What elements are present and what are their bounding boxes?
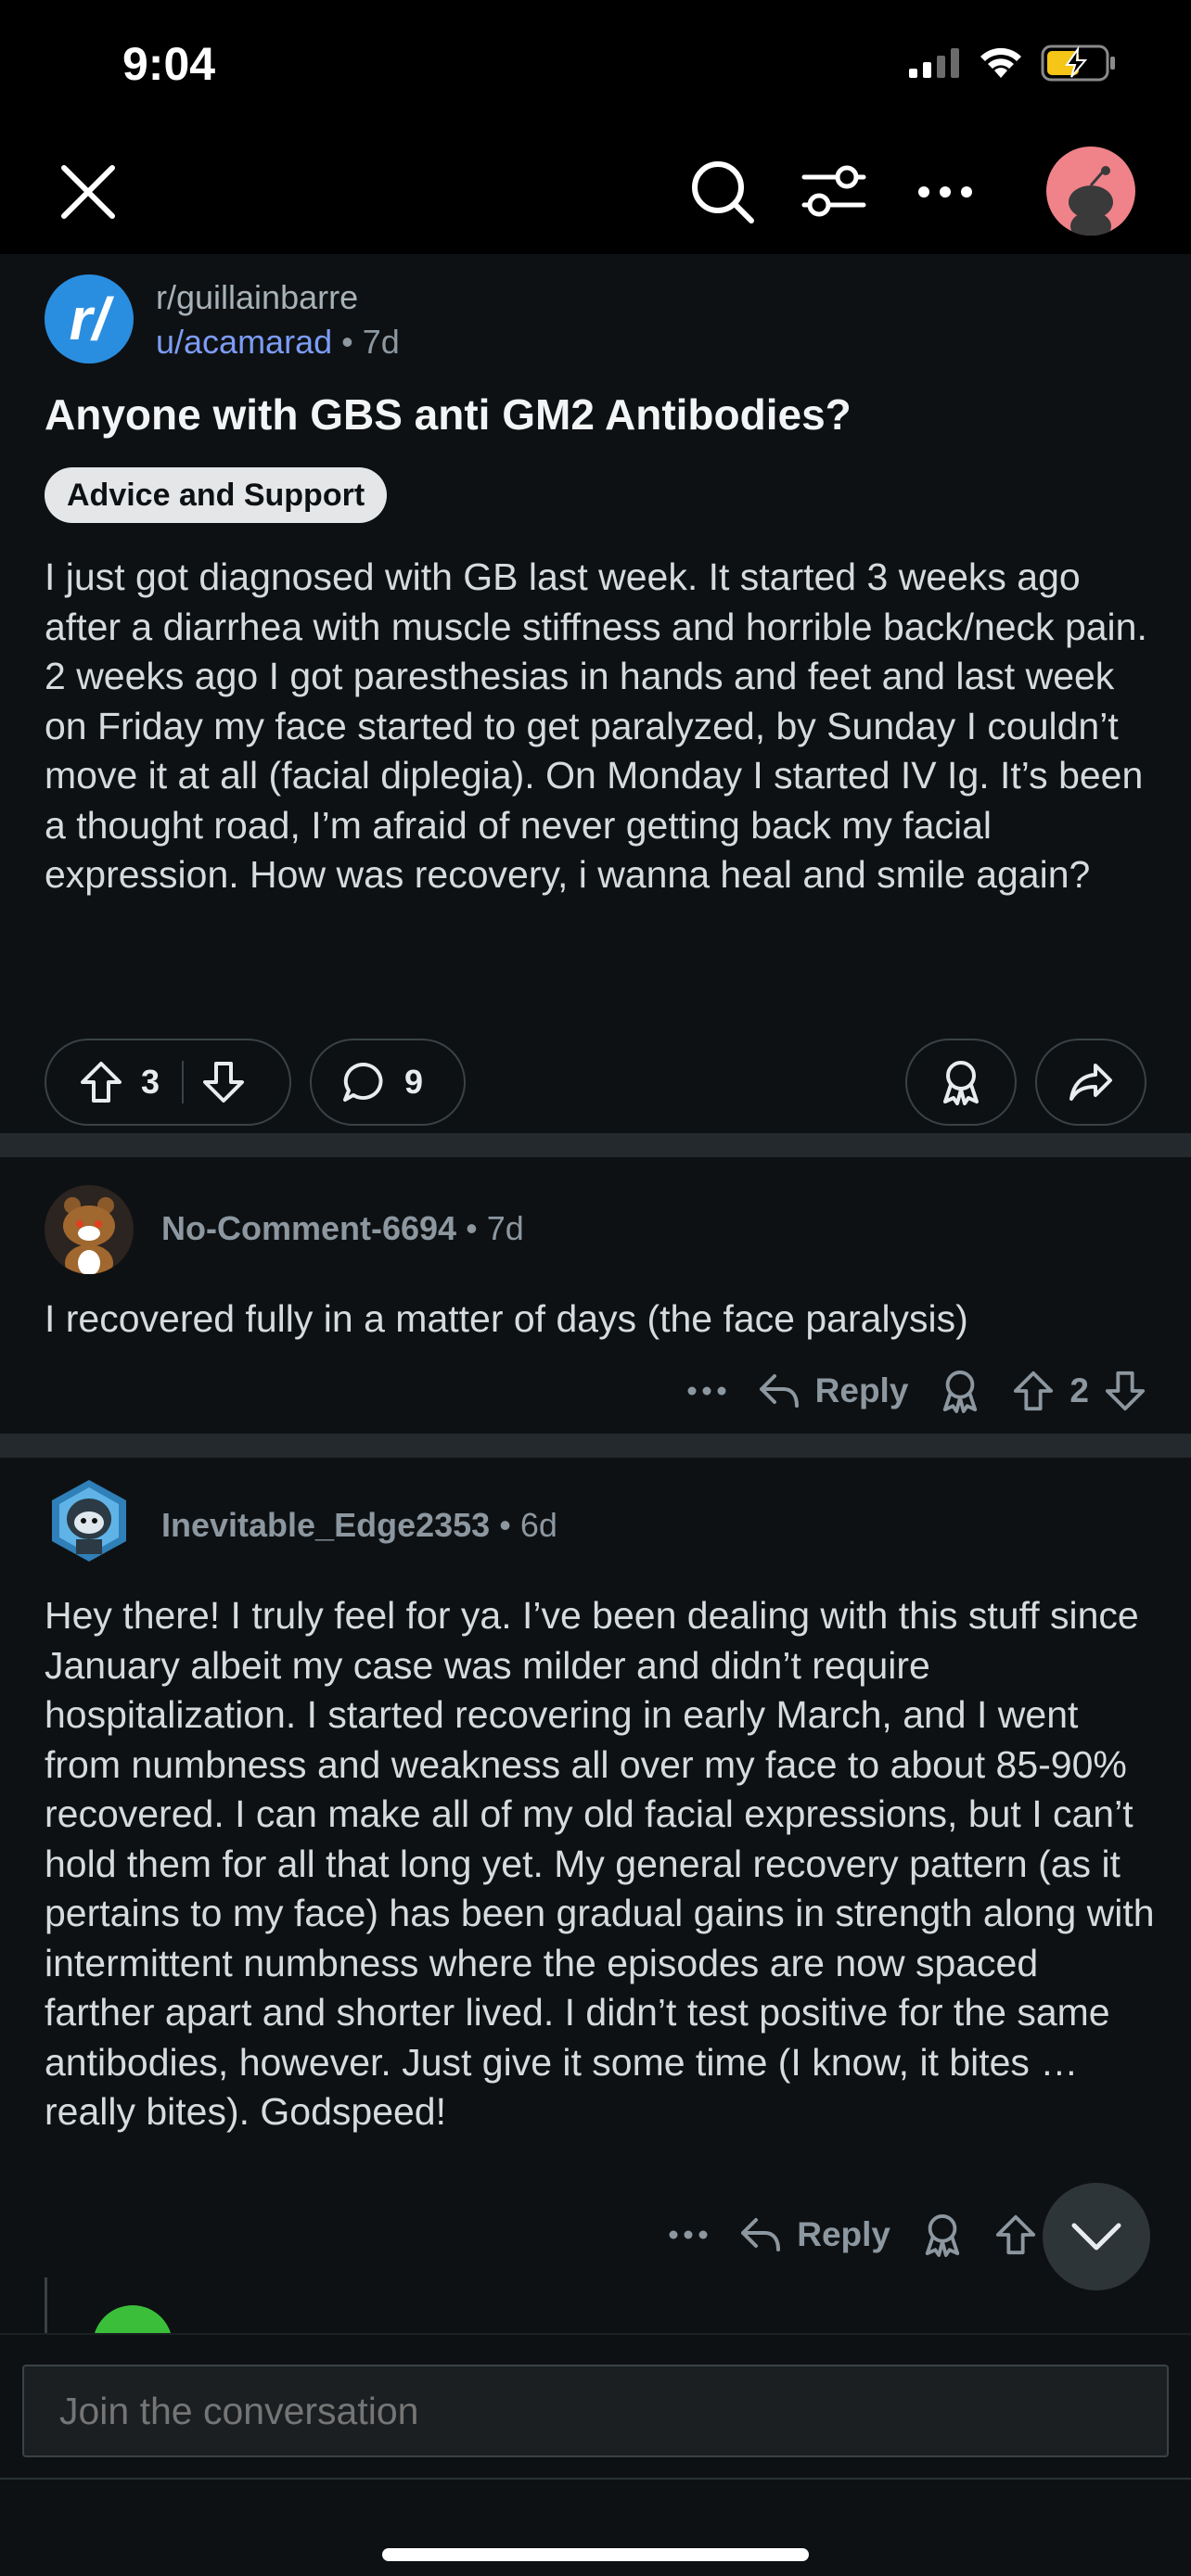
subreddit-icon[interactable]: r/ bbox=[45, 274, 134, 363]
comment: No-Comment-6694 • 7d I recovered fully i… bbox=[0, 1157, 1191, 1426]
reply-arrow-icon bbox=[759, 1374, 799, 1408]
top-nav-bar bbox=[0, 130, 1191, 254]
post-meta: u/acamarad • 7d bbox=[156, 323, 400, 362]
post-body: I just got diagnosed with GB last week. … bbox=[45, 555, 1147, 896]
search-button[interactable] bbox=[683, 152, 762, 232]
vote-pill: 3 bbox=[45, 1039, 291, 1126]
meta-dot: • bbox=[341, 323, 363, 361]
post-age: 7d bbox=[362, 323, 400, 361]
reply-button[interactable]: Reply bbox=[739, 2215, 890, 2254]
filter-sliders-icon bbox=[801, 165, 866, 217]
award-button[interactable] bbox=[905, 1039, 1017, 1126]
comment-vote-count: 2 bbox=[1069, 1371, 1089, 1409]
downvote-arrow-icon bbox=[203, 1062, 245, 1103]
hooded-snoo-avatar-icon bbox=[52, 1480, 126, 1562]
upvote-arrow-icon bbox=[81, 1062, 122, 1103]
comment-bubble-icon bbox=[343, 1062, 383, 1102]
section-separator bbox=[0, 1434, 1191, 1458]
upvote-arrow-icon[interactable] bbox=[1012, 1370, 1055, 1412]
snoo-avatar-icon bbox=[1069, 166, 1113, 236]
award-icon bbox=[943, 1061, 979, 1105]
meta-dot: • bbox=[499, 1506, 520, 1544]
home-indicator[interactable] bbox=[382, 2548, 809, 2561]
downvote-arrow-icon[interactable] bbox=[1104, 1370, 1146, 1412]
bottom-divider bbox=[0, 2478, 1191, 2480]
thread-line bbox=[45, 2277, 47, 2333]
post-author[interactable]: u/acamarad bbox=[156, 323, 332, 361]
comment-body: I recovered fully in a matter of days (t… bbox=[45, 1297, 968, 1340]
chevron-down-icon bbox=[1071, 2223, 1121, 2251]
post: r/ r/guillainbarre u/acamarad • 7d Anyon… bbox=[0, 254, 1191, 1133]
award-icon[interactable] bbox=[940, 1369, 980, 1413]
user-avatar-button[interactable] bbox=[1046, 147, 1135, 236]
bottom-composer-bar bbox=[0, 2333, 1191, 2576]
comments-button[interactable]: 9 bbox=[310, 1039, 466, 1126]
more-options-button[interactable] bbox=[905, 152, 985, 232]
share-arrow-icon bbox=[1069, 1064, 1112, 1101]
comment-body: Hey there! I truly feel for ya. I’ve bee… bbox=[45, 1594, 1155, 2133]
comment-actions: Reply bbox=[669, 2207, 1037, 2263]
comment-age: 6d bbox=[519, 1506, 557, 1544]
comment-username[interactable]: No-Comment-6694 bbox=[161, 1209, 456, 1247]
reply-button[interactable]: Reply bbox=[758, 1371, 909, 1410]
next-comment-button[interactable] bbox=[1043, 2183, 1150, 2290]
comment: Inevitable_Edge2353 • 6d Hey there! I tr… bbox=[0, 1458, 1191, 2292]
reply-label: Reply bbox=[814, 1371, 909, 1409]
more-horizontal-icon[interactable] bbox=[669, 2229, 708, 2240]
subreddit-name[interactable]: r/guillainbarre bbox=[156, 278, 358, 317]
comment-actions: Reply 2 bbox=[687, 1363, 1146, 1419]
meta-dot: • bbox=[466, 1209, 487, 1247]
commenter-avatar[interactable] bbox=[45, 1185, 134, 1274]
post-flair[interactable]: Advice and Support bbox=[45, 467, 388, 523]
join-conversation-input[interactable] bbox=[22, 2365, 1169, 2457]
comment-meta: No-Comment-6694 • 7d bbox=[161, 1209, 524, 1248]
commenter-avatar[interactable] bbox=[45, 1476, 134, 1565]
comment-meta: Inevitable_Edge2353 • 6d bbox=[161, 1506, 557, 1545]
battery-charging-icon bbox=[1041, 45, 1115, 82]
upvote-arrow-icon[interactable] bbox=[994, 2213, 1037, 2256]
comment-age: 7d bbox=[486, 1209, 524, 1247]
reply-arrow-icon bbox=[741, 2218, 781, 2251]
comment-count: 9 bbox=[404, 1063, 424, 1101]
more-horizontal-icon[interactable] bbox=[687, 1385, 726, 1396]
search-icon bbox=[692, 161, 754, 223]
upvote-count: 3 bbox=[141, 1063, 160, 1101]
post-title: Anyone with GBS anti GM2 Antibodies? bbox=[45, 390, 852, 439]
reply-label: Reply bbox=[797, 2215, 890, 2253]
status-bar: 9:04 bbox=[0, 0, 1191, 130]
share-button[interactable] bbox=[1035, 1039, 1146, 1126]
bear-snoo-avatar-icon bbox=[63, 1197, 115, 1274]
wifi-icon bbox=[980, 47, 1021, 78]
sort-filter-button[interactable] bbox=[794, 152, 874, 232]
status-time: 9:04 bbox=[122, 38, 216, 90]
signal-icon bbox=[909, 48, 959, 78]
section-separator bbox=[0, 1133, 1191, 1157]
downvote-button[interactable] bbox=[184, 1060, 263, 1104]
close-icon bbox=[61, 165, 115, 219]
close-button[interactable] bbox=[48, 152, 128, 232]
status-icons bbox=[909, 45, 1117, 82]
upvote-button[interactable] bbox=[61, 1060, 141, 1104]
more-horizontal-icon bbox=[918, 186, 972, 198]
comment-username[interactable]: Inevitable_Edge2353 bbox=[161, 1506, 490, 1544]
award-icon[interactable] bbox=[922, 2213, 963, 2257]
